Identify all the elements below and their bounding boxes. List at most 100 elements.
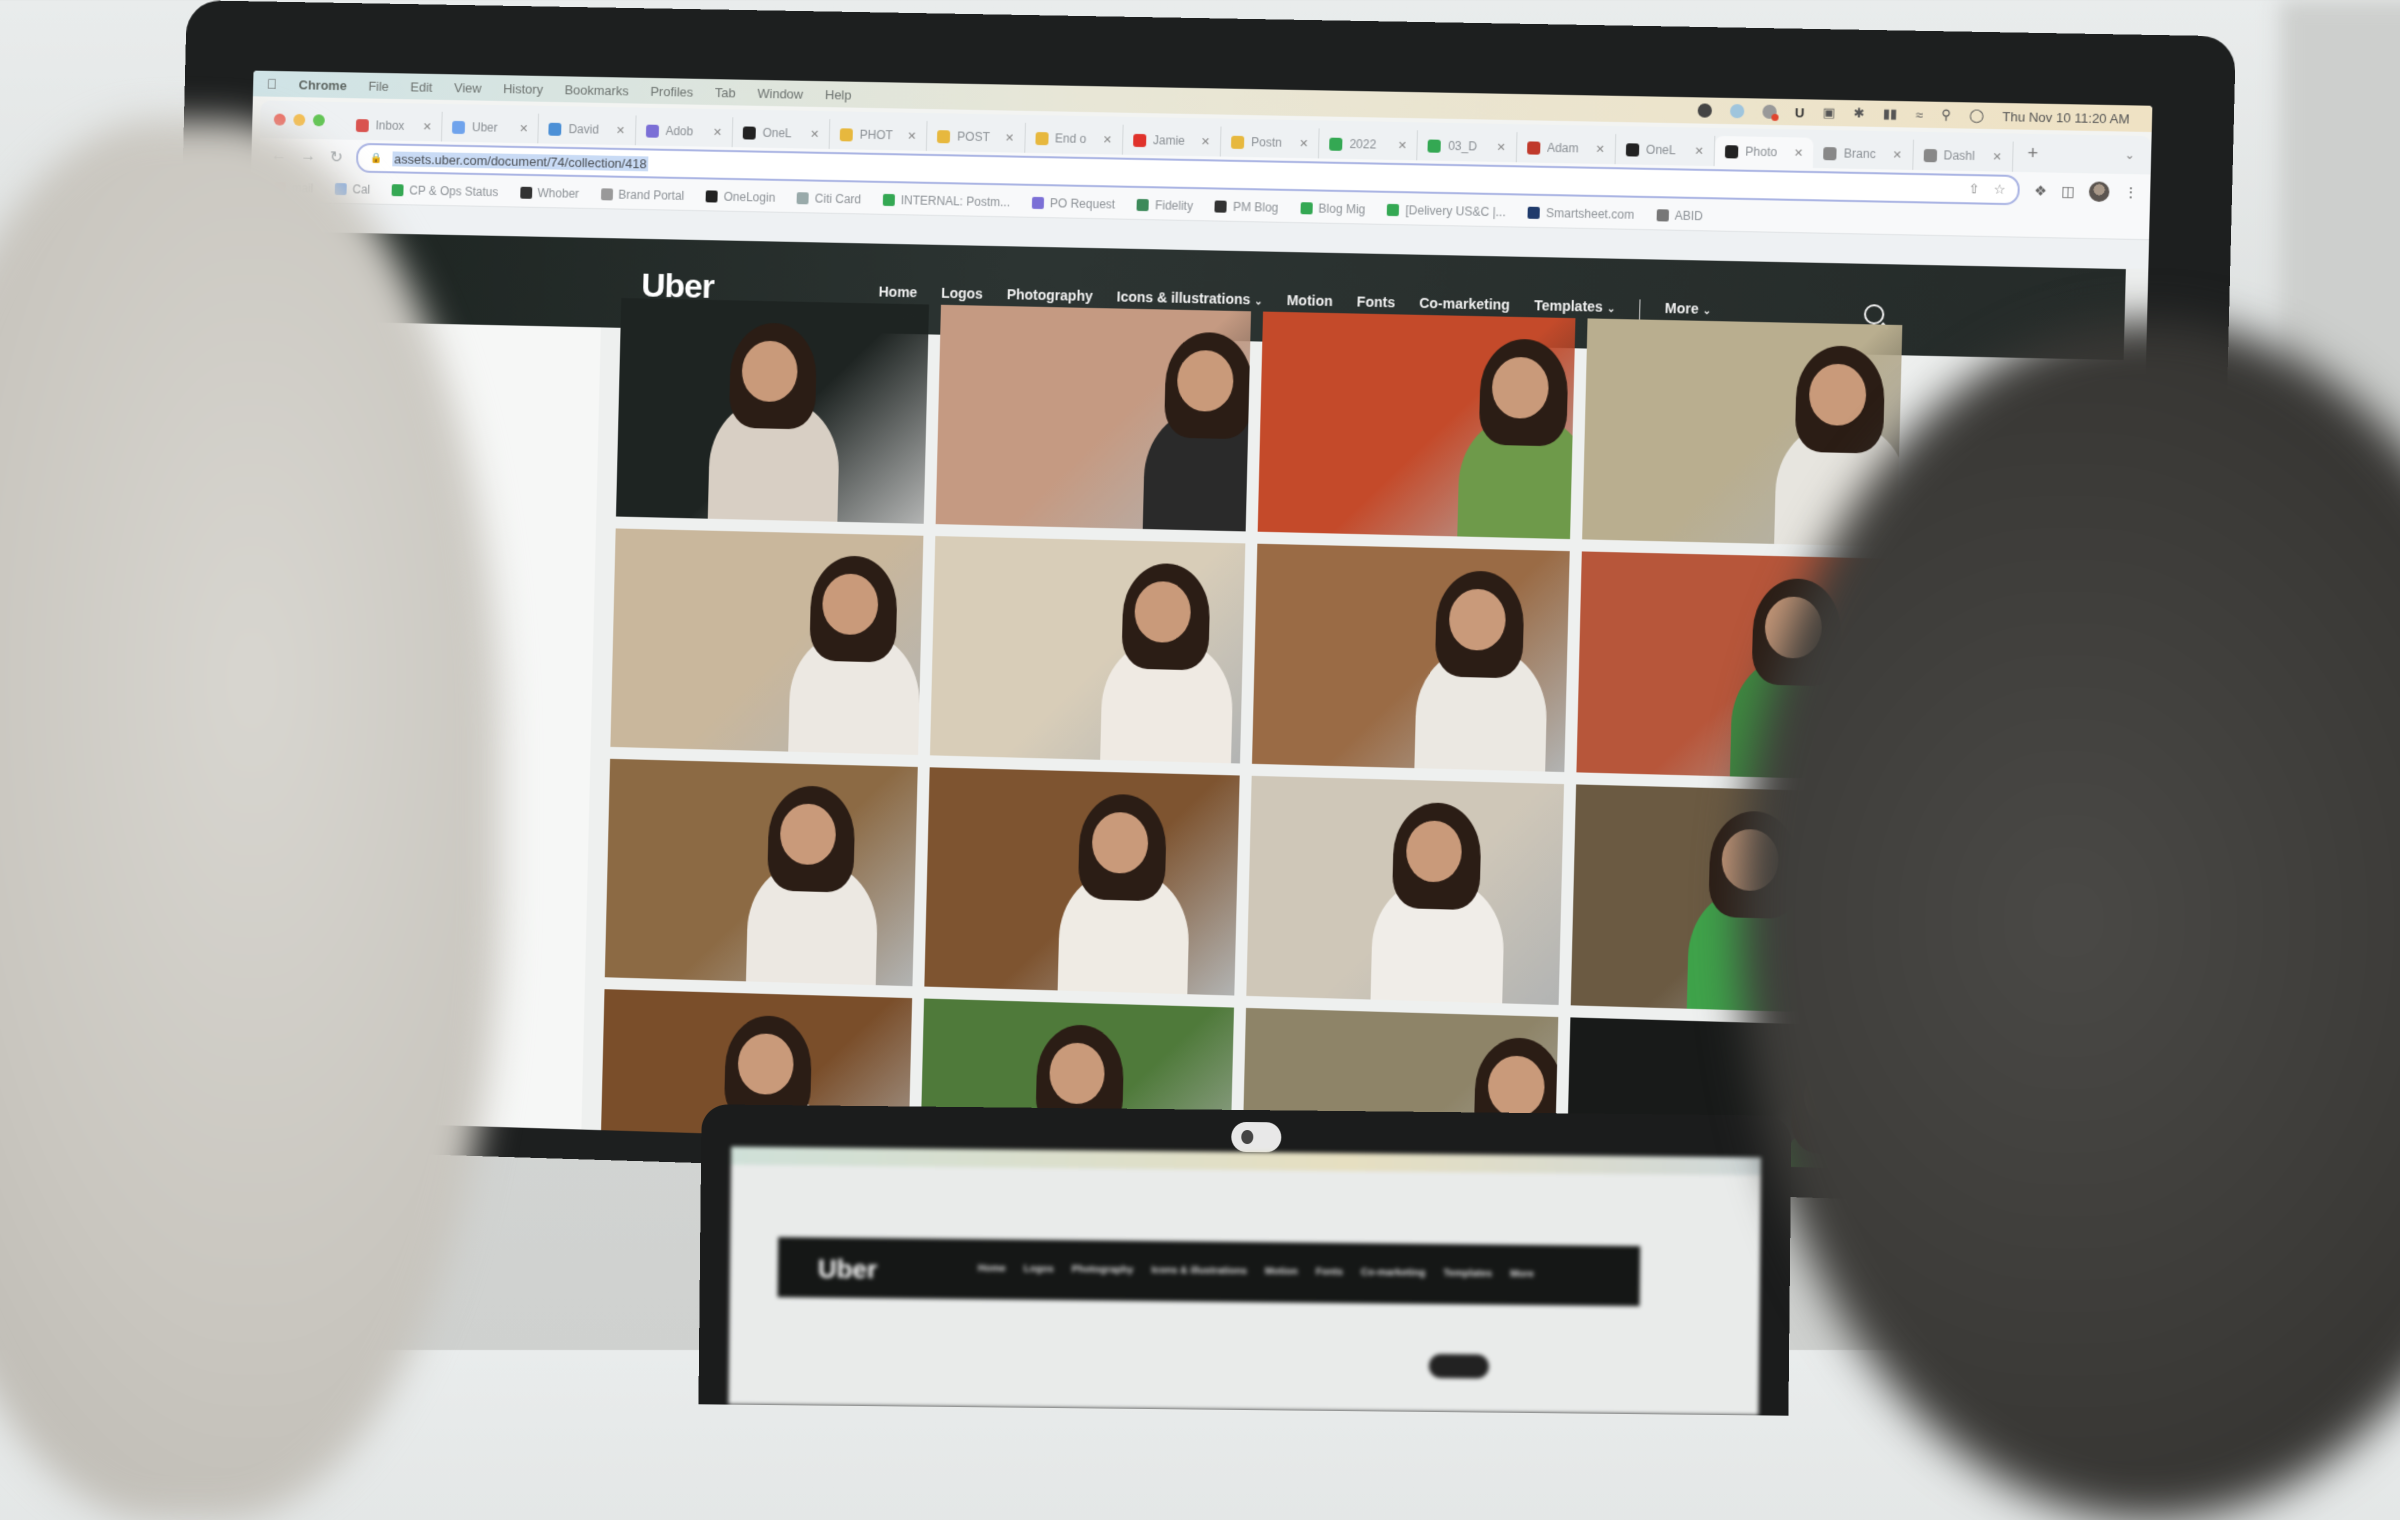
bookmark-pm-blog[interactable]: PM Blog [1214,199,1279,215]
tab-david[interactable]: David ✕ [538,113,637,146]
nav-co-marketing[interactable]: Co-marketing [1419,295,1510,317]
menu-view[interactable]: View [454,80,482,95]
tab-end-o[interactable]: End o ✕ [1024,122,1124,155]
more-options-icon[interactable]: ⋮ [2123,184,2138,201]
tab-adob[interactable]: Adob ✕ [635,115,734,148]
close-tab-icon[interactable]: ✕ [1794,146,1804,159]
menu-history[interactable]: History [503,81,543,97]
tab-search-button[interactable]: ⌄ [2124,148,2135,162]
bookmark-brand-portal[interactable]: Brand Portal [600,187,684,203]
close-tab-icon[interactable]: ✕ [1892,148,1902,161]
close-tab-icon[interactable]: ✕ [1496,140,1506,153]
close-tab-icon[interactable]: ✕ [1992,150,2002,163]
close-tab-icon[interactable]: ✕ [1595,142,1605,155]
side-panel-icon[interactable]: ◫ [2061,182,2075,199]
new-tab-button[interactable]: + [2027,142,2038,163]
tab-03-d[interactable]: 03_D ✕ [1417,130,1518,163]
menu-tab[interactable]: Tab [715,85,736,100]
bookmark-blog-mig[interactable]: Blog Mig [1300,201,1365,216]
nav-motion[interactable]: Motion [1287,292,1333,313]
nav-logos[interactable]: Logos [941,285,983,306]
close-window-button[interactable] [273,113,286,126]
nav-home[interactable]: Home [878,284,918,305]
tab-dashl[interactable]: Dashl ✕ [1912,139,2014,172]
close-tab-icon[interactable]: ✕ [1398,138,1408,151]
nav-photography[interactable]: Photography [1006,286,1093,308]
tab-post[interactable]: POST ✕ [927,120,1026,153]
minimize-window-button[interactable] [293,113,306,127]
bookmark-smartsheet-com[interactable]: Smartsheet.com [1527,206,1634,222]
spotlight-search-icon[interactable]: ⚲ [1941,107,1951,123]
close-tab-icon[interactable]: ✕ [713,125,722,138]
photo-thumbnail[interactable] [935,304,1252,532]
tab-postn[interactable]: Postn ✕ [1220,126,1320,159]
photo-thumbnail[interactable] [929,536,1246,764]
menu-bookmarks[interactable]: Bookmarks [564,82,628,98]
menu-bar-clock[interactable]: Thu Nov 10 11:20 AM [2002,109,2130,127]
menu-app-name[interactable]: Chrome [299,77,347,93]
photo-thumbnail[interactable] [610,528,924,756]
close-tab-icon[interactable]: ✕ [1005,131,1014,144]
bluetooth-icon[interactable]: ✱ [1853,105,1864,121]
photo-thumbnail[interactable] [1251,543,1570,773]
bookmark-cp-ops-status[interactable]: CP & Ops Status [391,183,498,199]
extensions-puzzle-icon[interactable]: ❖ [2034,182,2047,199]
photo-thumbnail[interactable] [615,298,930,524]
bookmark-po-request[interactable]: PO Request [1031,196,1115,211]
close-tab-icon[interactable]: ✕ [1201,135,1211,148]
tab-onel[interactable]: OneL ✕ [1615,134,1716,167]
tab-photo[interactable]: Photo ✕ [1714,135,1814,168]
close-tab-icon[interactable]: ✕ [519,122,528,135]
bookmark-internal-postm[interactable]: INTERNAL: Postm... [882,193,1010,209]
menu-profiles[interactable]: Profiles [650,83,693,99]
bookmark-citi-card[interactable]: Citi Card [796,191,861,206]
tab-jamie[interactable]: Jamie ✕ [1122,124,1222,157]
menu-file[interactable]: File [368,78,389,93]
tab-2022[interactable]: 2022 ✕ [1319,128,1419,161]
close-tab-icon[interactable]: ✕ [1103,133,1113,146]
close-tab-icon[interactable]: ✕ [810,127,819,140]
menu-window[interactable]: Window [757,85,803,101]
url-text[interactable]: assets.uber.com/document/74/collection/4… [392,150,649,171]
bookmark-abid[interactable]: ABID [1656,208,1703,223]
close-tab-icon[interactable]: ✕ [1694,144,1704,157]
close-tab-icon[interactable]: ✕ [1299,137,1309,150]
notion-icon[interactable] [1697,103,1713,118]
close-tab-icon[interactable]: ✕ [907,129,916,142]
menu-edit[interactable]: Edit [410,79,432,94]
tab-inbox[interactable]: Inbox ✕ [345,109,443,142]
nav-more[interactable]: More ⌄ [1665,300,1712,321]
wifi-icon[interactable]: ≈ [1915,107,1923,122]
share-icon[interactable]: ⇧ [1968,181,1979,197]
apple-icon[interactable]:  [267,76,278,92]
screen-record-icon[interactable] [1762,104,1777,119]
nav-templates[interactable]: Templates ⌄ [1534,297,1616,319]
reload-icon[interactable]: ↻ [330,147,344,167]
tab-uber[interactable]: Uber ✕ [442,111,540,144]
profile-avatar[interactable] [2088,181,2110,203]
bookmark-whober[interactable]: Whober [519,186,579,201]
tab-adam[interactable]: Adam ✕ [1516,132,1617,165]
photo-thumbnail[interactable] [1257,311,1576,540]
search-icon[interactable] [1863,304,1885,325]
tab-onel[interactable]: OneL ✕ [732,117,831,150]
u-icon[interactable]: U [1795,105,1805,120]
tab-phot[interactable]: PHOT ✕ [829,119,928,151]
lock-icon[interactable]: 🔒 [370,153,382,164]
bookmark-star-icon[interactable]: ☆ [1994,182,2006,198]
close-tab-icon[interactable]: ✕ [423,120,432,133]
photo-thumbnail[interactable] [604,758,918,987]
photo-thumbnail[interactable] [924,767,1240,996]
bookmark-fidelity[interactable]: Fidelity [1136,198,1193,213]
close-tab-icon[interactable]: ✕ [616,124,625,137]
nav-fonts[interactable]: Fonts [1357,293,1396,314]
globe-icon[interactable] [1729,103,1745,119]
tab-branc[interactable]: Branc ✕ [1813,137,1914,170]
battery-icon[interactable]: ▮▮ [1883,106,1898,122]
photo-thumbnail[interactable] [1246,775,1565,1005]
maximize-window-button[interactable] [312,114,325,127]
control-center-icon[interactable]: ◯ [1969,107,1984,123]
bookmark-onelogin[interactable]: OneLogin [705,189,775,205]
menu-help[interactable]: Help [825,87,852,102]
window-icon[interactable]: ▣ [1823,105,1836,121]
